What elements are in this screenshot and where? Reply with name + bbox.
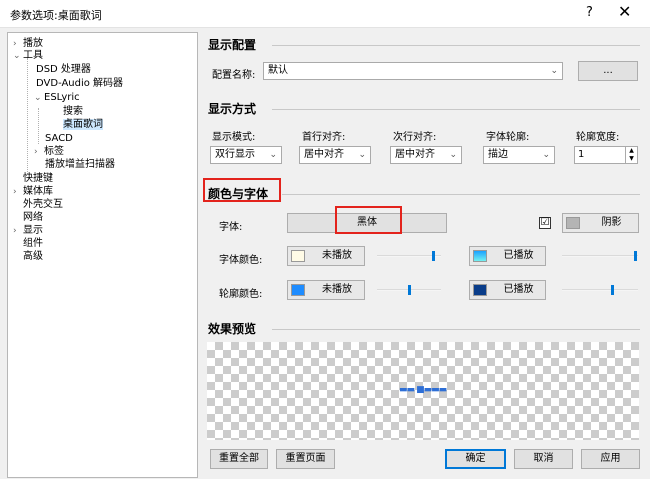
slider-thumb[interactable]: [432, 251, 435, 261]
preview-heading: 效果预览: [208, 322, 257, 336]
window-title: 参数选项:桌面歌词: [10, 9, 102, 22]
help-icon[interactable]: ?: [586, 5, 593, 20]
title-bar: 参数选项:桌面歌词 ? ✕: [0, 0, 650, 28]
outline-width-spinner[interactable]: 1 ▲ ▼: [574, 146, 638, 164]
font-label: 字体:: [219, 222, 243, 233]
tree-item-shell[interactable]: 外壳交互: [23, 199, 63, 211]
lyrics-preview-area: ▬▬ ■▬▬▬: [207, 342, 639, 440]
font-highlight-box: [335, 206, 402, 234]
unplayed-swatch: [291, 250, 305, 262]
tree-item-replaygain[interactable]: 播放增益扫描器: [45, 159, 115, 171]
slider-thumb[interactable]: [408, 285, 411, 295]
tree-item-advanced[interactable]: 高级: [23, 251, 43, 263]
expander-icon[interactable]: ›: [13, 38, 23, 50]
shadow-checkbox[interactable]: ☑: [539, 217, 551, 229]
font-outline-label: 字体轮廓:: [486, 132, 530, 143]
cancel-button[interactable]: 取消: [514, 449, 573, 469]
outline-played-color-button[interactable]: 已播放: [469, 280, 546, 300]
first-line-align-label: 首行对齐:: [302, 132, 346, 143]
tree-item-eslyric[interactable]: ⌄ ESLyric: [34, 92, 80, 104]
outline-unplayed-swatch: [291, 284, 305, 296]
outline-played-opacity-slider[interactable]: [562, 285, 638, 295]
tree-item-display[interactable]: › 显示: [13, 225, 43, 237]
display-mode-label: 显示模式:: [212, 132, 256, 143]
slider-thumb[interactable]: [611, 285, 614, 295]
config-name-select[interactable]: 默认 ⌄: [263, 62, 563, 80]
font-played-color-button[interactable]: 已播放: [469, 246, 546, 266]
separator: [272, 109, 640, 110]
tree-item-dsd[interactable]: DSD 处理器: [36, 64, 91, 76]
tree-item-network[interactable]: 网络: [23, 212, 43, 224]
display-config-heading: 显示配置: [208, 38, 257, 52]
tree-item-media-library[interactable]: › 媒体库: [13, 186, 53, 198]
spinner-arrows-icon[interactable]: ▲ ▼: [625, 147, 637, 163]
tree-line: [38, 108, 39, 144]
outline-played-swatch: [473, 284, 487, 296]
tree-item-playback[interactable]: › 播放: [13, 38, 43, 50]
tree-item-shortcuts[interactable]: 快捷键: [23, 173, 53, 185]
outline-width-label: 轮廓宽度:: [576, 132, 620, 143]
chevron-down-icon: ⌄: [550, 66, 558, 76]
chevron-down-icon: ⌄: [449, 150, 457, 160]
slider-thumb[interactable]: [634, 251, 637, 261]
separator: [272, 45, 640, 46]
separator: [272, 329, 640, 330]
config-name-label: 配置名称:: [212, 70, 256, 81]
expander-icon[interactable]: ⌄: [34, 92, 44, 104]
expander-icon[interactable]: ›: [13, 225, 23, 237]
first-line-align-select[interactable]: 居中对齐 ⌄: [299, 146, 371, 164]
second-line-align-label: 次行对齐:: [393, 132, 437, 143]
font-outline-select[interactable]: 描边 ⌄: [483, 146, 555, 164]
tree-item-components[interactable]: 组件: [23, 238, 43, 250]
outline-unplayed-color-button[interactable]: 未播放: [287, 280, 365, 300]
close-icon[interactable]: ✕: [618, 2, 631, 21]
display-mode-select[interactable]: 双行显示 ⌄: [210, 146, 282, 164]
font-unplayed-opacity-slider[interactable]: [377, 251, 441, 261]
chevron-down-icon: ⌄: [542, 150, 550, 160]
outline-color-label: 轮廓颜色:: [219, 289, 263, 300]
apply-button[interactable]: 应用: [581, 449, 640, 469]
font-unplayed-color-button[interactable]: 未播放: [287, 246, 365, 266]
heading-highlight-box: [203, 178, 281, 202]
tree-item-tools[interactable]: ⌄ 工具: [13, 50, 43, 62]
preview-sample-text: ▬▬ ■▬▬▬: [399, 385, 447, 395]
tree-item-desktop-lyrics[interactable]: 桌面歌词: [63, 119, 103, 131]
outline-unplayed-opacity-slider[interactable]: [377, 285, 441, 295]
font-played-opacity-slider[interactable]: [562, 251, 638, 261]
expander-icon[interactable]: ›: [34, 146, 44, 158]
display-mode-heading: 显示方式: [208, 102, 257, 116]
tree-item-tags[interactable]: › 标签: [34, 146, 64, 158]
played-swatch: [473, 250, 487, 262]
preferences-tree[interactable]: › 播放 ⌄ 工具 DSD 处理器 DVD-Audio 解码器 ⌄ ESLyric 搜…: [7, 32, 198, 478]
chevron-down-icon: ⌄: [269, 150, 277, 160]
ok-button[interactable]: 确定: [445, 449, 506, 469]
reset-page-button[interactable]: 重置页面: [276, 449, 335, 469]
chevron-down-icon: ⌄: [358, 150, 366, 160]
second-line-align-select[interactable]: 居中对齐 ⌄: [390, 146, 462, 164]
separator: [282, 194, 640, 195]
tree-item-search[interactable]: 搜索: [63, 106, 83, 118]
shadow-color-button[interactable]: 阴影: [562, 213, 639, 233]
config-more-button[interactable]: ...: [578, 61, 638, 81]
tree-item-dvd-audio[interactable]: DVD-Audio 解码器: [36, 78, 123, 90]
reset-all-button[interactable]: 重置全部: [210, 449, 268, 469]
font-color-label: 字体颜色:: [219, 255, 263, 266]
expander-icon[interactable]: ⌄: [13, 50, 23, 62]
tree-line: [27, 58, 28, 174]
tree-item-sacd[interactable]: SACD: [45, 133, 73, 145]
shadow-swatch: [566, 217, 580, 229]
expander-icon[interactable]: ›: [13, 186, 23, 198]
